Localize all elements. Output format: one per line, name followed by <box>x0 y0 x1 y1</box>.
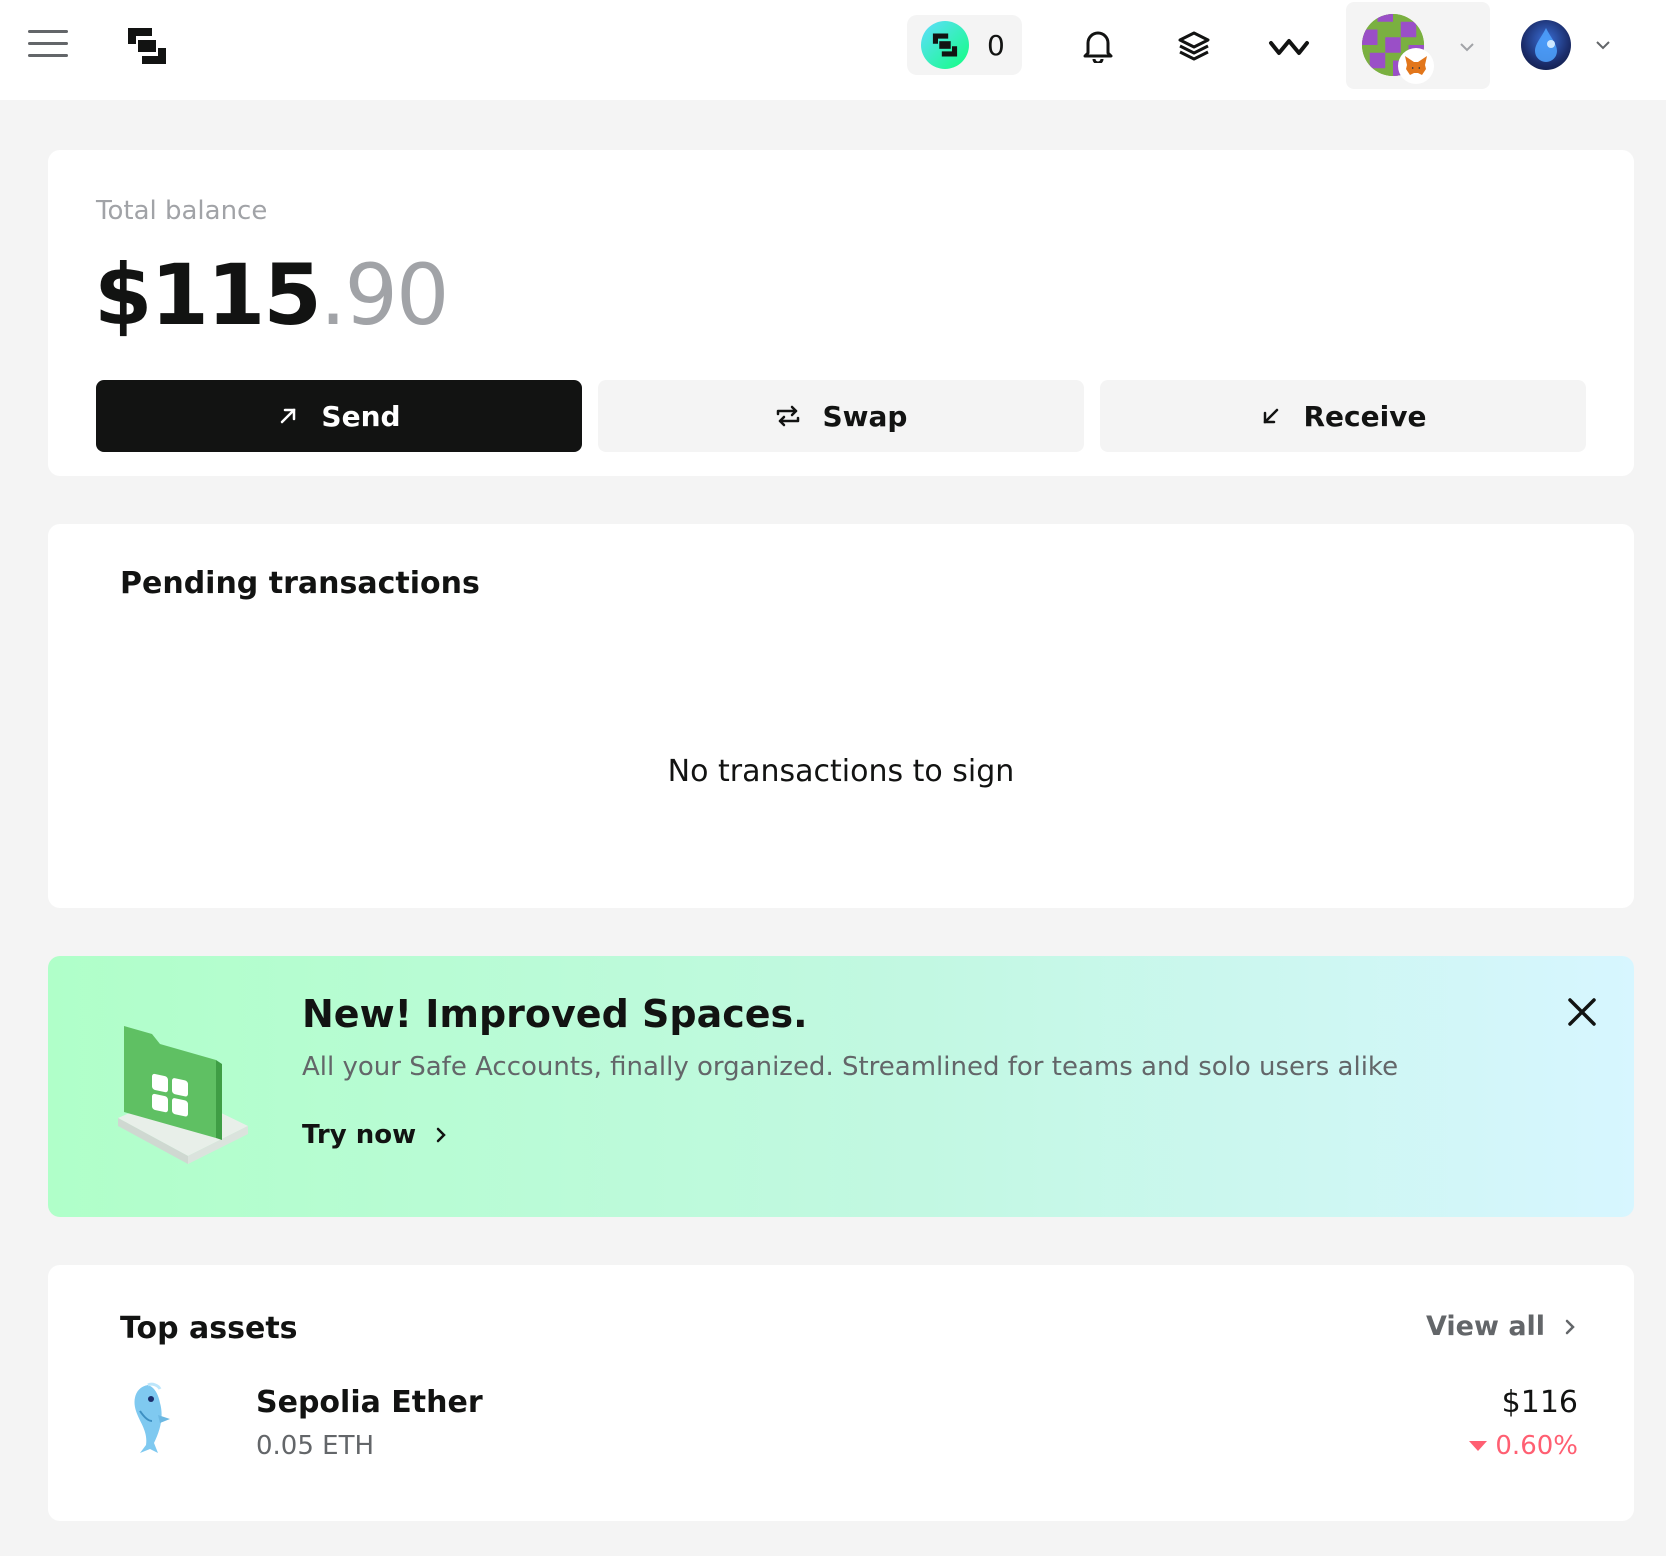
metamask-fox-icon <box>1398 48 1434 84</box>
safe-logo-icon[interactable] <box>124 24 170 68</box>
asset-change: 0.60% <box>1469 1431 1578 1461</box>
safe-token-icon <box>921 21 969 69</box>
send-label: Send <box>321 399 401 433</box>
balance-decimal: .90 <box>319 246 450 344</box>
send-button[interactable]: Send <box>96 380 582 452</box>
receive-button[interactable]: Receive <box>1100 380 1586 452</box>
pending-title: Pending transactions <box>120 566 480 601</box>
chevron-right-icon <box>436 1127 446 1143</box>
close-icon[interactable] <box>1564 994 1600 1030</box>
spaces-banner: New! Improved Spaces. All your Safe Acco… <box>48 956 1634 1217</box>
points-count: 0 <box>987 28 1005 62</box>
chevron-right-icon <box>1565 1319 1575 1334</box>
asset-name: Sepolia Ether <box>256 1385 483 1420</box>
chevron-down-icon[interactable] <box>1594 36 1612 54</box>
asset-value: $116 <box>1501 1385 1578 1420</box>
bell-icon[interactable] <box>1074 22 1122 70</box>
balance-whole: $115 <box>94 246 322 344</box>
banner-subtitle: All your Safe Accounts, finally organize… <box>302 1052 1399 1082</box>
asset-amount: 0.05 ETH <box>256 1431 375 1461</box>
wallet-account-button[interactable] <box>1346 2 1490 89</box>
swap-arrows-icon <box>776 405 799 427</box>
empty-message: No transactions to sign <box>667 754 1015 789</box>
layers-icon[interactable] <box>1170 22 1218 70</box>
balance-card: Total balance $115.90 Send Swap Receive <box>48 150 1634 476</box>
arrow-up-right-icon <box>281 408 296 424</box>
folder-illustration-icon <box>118 1026 248 1164</box>
walletconnect-icon[interactable] <box>1265 22 1313 70</box>
menu-icon[interactable] <box>28 30 68 66</box>
view-all-label: View all <box>1426 1311 1546 1342</box>
sepolia-dolphin-icon <box>134 1382 170 1453</box>
swap-button[interactable]: Swap <box>598 380 1084 452</box>
top-assets-title: Top assets <box>120 1311 298 1346</box>
receive-label: Receive <box>1303 399 1427 433</box>
asset-row[interactable]: Sepolia Ether 0.05 ETH $116 0.60% <box>96 1373 1586 1473</box>
balance-label: Total balance <box>96 196 268 226</box>
chevron-down-icon <box>1460 43 1474 52</box>
banner-title: New! Improved Spaces. <box>302 992 808 1036</box>
asset-change-value: 0.60% <box>1495 1431 1578 1461</box>
view-all-link[interactable]: View all <box>1426 1311 1577 1342</box>
top-assets-card: Top assets View all Sepolia Ether 0.05 E… <box>48 1265 1634 1521</box>
triangle-down-icon <box>1469 1441 1488 1451</box>
balance-amount: $115.90 <box>94 246 450 344</box>
arrow-down-left-icon <box>1263 408 1278 424</box>
network-avatar[interactable] <box>1521 20 1571 70</box>
points-button[interactable]: 0 <box>907 15 1022 75</box>
try-now-label: Try now <box>302 1120 417 1150</box>
swap-label: Swap <box>822 399 908 433</box>
try-now-link[interactable]: Try now <box>302 1120 448 1150</box>
pending-transactions-card: Pending transactions No transactions to … <box>48 524 1634 908</box>
top-bar: 0 <box>0 0 1666 100</box>
